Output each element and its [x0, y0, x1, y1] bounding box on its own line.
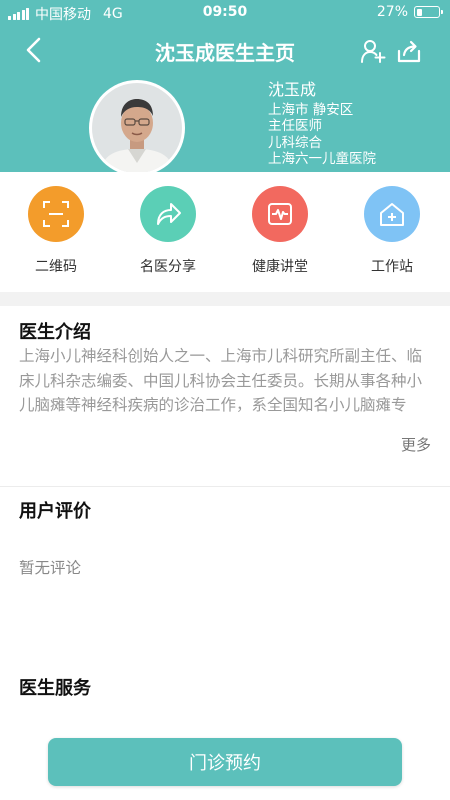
battery-level [416, 8, 423, 16]
health-pulse-icon [252, 186, 308, 242]
doctor-photo [92, 83, 182, 172]
intro-title: 医生介绍 [19, 322, 91, 343]
share-arrow-icon [140, 186, 196, 242]
workstation-house-icon [364, 186, 420, 242]
qrcode-scan-icon [28, 186, 84, 242]
status-bar: 中国移动 4G 09:50 27% [0, 0, 450, 24]
doctor-hospital: 上海六一儿童医院 [268, 151, 376, 167]
section-divider [0, 486, 450, 487]
doctor-info: 沈玉成 上海市 静安区 主任医师 儿科综合 上海六一儿童医院 [268, 80, 376, 168]
action-workstation[interactable]: 工作站 [347, 186, 437, 276]
section-divider [0, 292, 450, 306]
action-share[interactable]: 名医分享 [123, 186, 213, 276]
intro-text: 上海小儿神经科创始人之一、上海市儿科研究所副主任、临床儿科杂志编委、中国儿科协会… [19, 347, 423, 414]
doctor-title: 主任医师 [268, 118, 322, 134]
doctor-department: 儿科综合 [268, 134, 322, 151]
nav-bar: 沈玉成医生主页 [0, 24, 450, 76]
quick-actions: 二维码 名医分享 健康讲堂 工作站 [0, 172, 450, 286]
no-reviews-text: 暂无评论 [19, 559, 82, 577]
action-label: 二维码 [35, 259, 77, 275]
action-label: 名医分享 [140, 259, 196, 275]
reviews-title: 用户评价 [19, 501, 91, 522]
avatar[interactable] [89, 80, 185, 172]
services-title: 医生服务 [19, 678, 91, 699]
doctor-location: 上海市 静安区 [268, 101, 354, 118]
book-appointment-button[interactable]: 门诊预约 [48, 738, 402, 786]
action-label: 工作站 [371, 259, 413, 275]
doctor-profile-header: 沈玉成 上海市 静安区 主任医师 儿科综合 上海六一儿童医院 [0, 76, 450, 172]
doctor-name: 沈玉成 [268, 80, 317, 99]
share-icon[interactable] [396, 38, 422, 64]
action-qrcode[interactable]: 二维码 [11, 186, 101, 276]
action-label: 健康讲堂 [252, 259, 308, 275]
status-right: 27% [376, 4, 443, 20]
battery-icon [414, 6, 443, 18]
add-follow-icon[interactable] [360, 38, 386, 64]
action-health-class[interactable]: 健康讲堂 [235, 186, 325, 276]
battery-percent: 27% [376, 4, 408, 20]
intro-more-link[interactable]: 更多 [401, 434, 431, 455]
doctor-intro-section: 医生介绍 上海小儿神经科创始人之一、上海市儿科研究所副主任、临床儿科杂志编委、中… [0, 306, 450, 486]
